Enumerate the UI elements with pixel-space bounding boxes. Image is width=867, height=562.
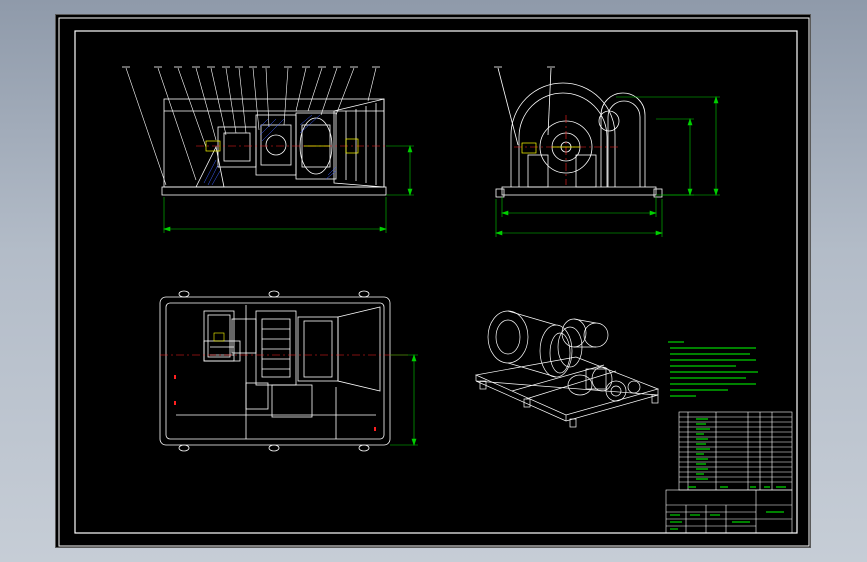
front-leader-lines — [125, 67, 377, 186]
drawing-frame — [74, 30, 798, 534]
plan-view — [159, 290, 391, 452]
technical-notes — [668, 341, 758, 397]
side-view — [494, 66, 663, 198]
cad-drawing-viewport[interactable] — [55, 14, 811, 548]
isometric-view — [474, 310, 660, 428]
plan-accent-parts — [213, 332, 225, 342]
title-block-entries — [670, 511, 784, 530]
bill-of-materials — [678, 411, 793, 491]
plan-markers — [174, 375, 376, 431]
front-dimensions — [163, 145, 414, 233]
assembly-drawing — [58, 17, 810, 547]
front-section-view — [122, 66, 387, 196]
plan-dimensions — [390, 354, 418, 446]
